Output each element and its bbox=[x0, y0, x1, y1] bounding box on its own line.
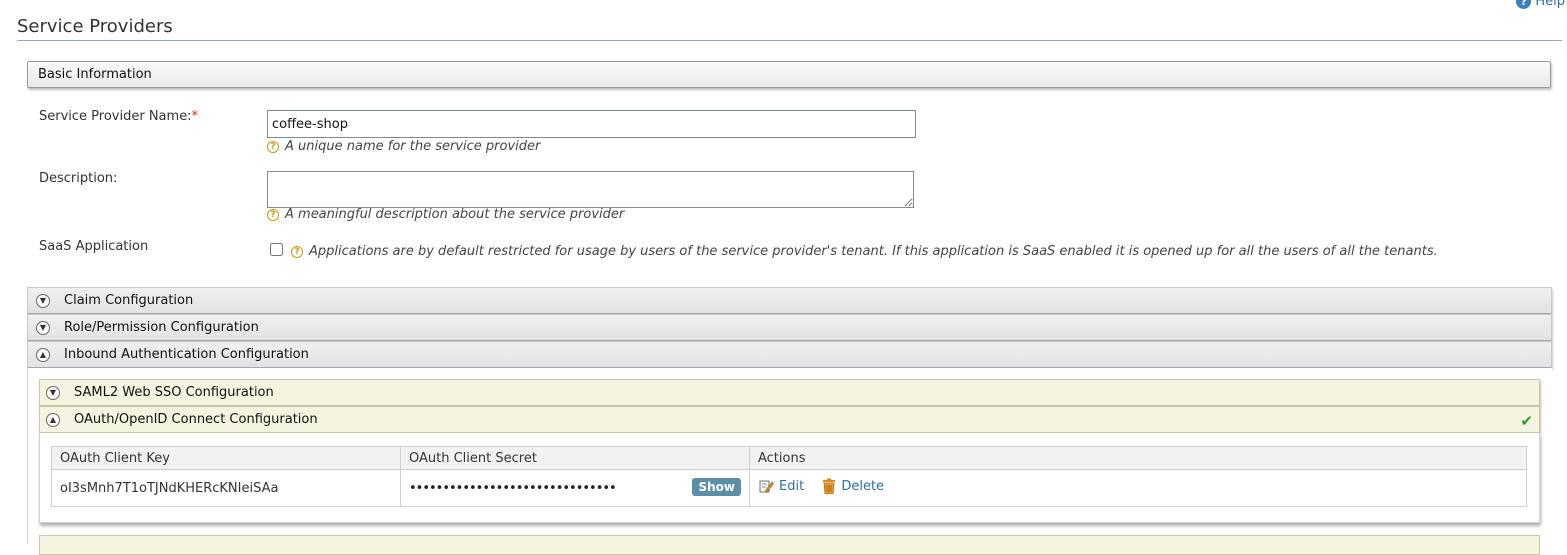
actions-cell: Edit Delete bbox=[749, 469, 1527, 507]
edit-link[interactable]: Edit bbox=[758, 478, 804, 494]
claim-configuration-header[interactable]: ▼ Claim Configuration bbox=[27, 287, 1552, 314]
saml2-web-sso-configuration-header[interactable]: ▼ SAML2 Web SSO Configuration bbox=[39, 379, 1540, 406]
name-hint: ? A unique name for the service provider bbox=[267, 139, 540, 154]
description-hint: ? A meaningful description about the ser… bbox=[267, 207, 624, 222]
oauth-credentials-table: OAuth Client Key OAuth Client Secret Act… bbox=[51, 446, 1527, 507]
oauth-client-secret-cell: ••••••••••••••••••••••••••••••• Show bbox=[400, 469, 750, 507]
required-marker: * bbox=[191, 109, 199, 124]
actions-header: Actions bbox=[749, 446, 1527, 470]
service-provider-name-label: Service Provider Name:* bbox=[39, 109, 199, 124]
saas-hint: ? Applications are by default restricted… bbox=[291, 244, 1438, 259]
question-icon: ? bbox=[267, 208, 279, 221]
chevron-up-icon: ▲ bbox=[46, 412, 60, 427]
page-title: Service Providers bbox=[17, 16, 1562, 41]
edit-icon bbox=[759, 480, 774, 493]
oauth-client-secret-header: OAuth Client Secret bbox=[400, 446, 750, 470]
chevron-down-icon: ▼ bbox=[36, 320, 50, 335]
table-row: oI3sMnh7T1oTJNdKHERcKNIeiSAa •••••••••••… bbox=[51, 469, 1527, 507]
question-icon: ? bbox=[267, 140, 279, 153]
table-header-row: OAuth Client Key OAuth Client Secret Act… bbox=[51, 446, 1527, 470]
service-provider-name-input[interactable] bbox=[267, 110, 916, 138]
inbound-authentication-configuration-header[interactable]: ▲ Inbound Authentication Configuration bbox=[27, 341, 1552, 368]
question-icon: ? bbox=[291, 245, 303, 258]
chevron-up-icon: ▲ bbox=[36, 347, 50, 362]
basic-information-header[interactable]: Basic Information bbox=[27, 61, 1551, 88]
delete-link[interactable]: Delete bbox=[822, 478, 884, 494]
role-permission-configuration-header[interactable]: ▼ Role/Permission Configuration bbox=[27, 314, 1552, 341]
oauth-openid-connect-configuration-header[interactable]: ▲ OAuth/OpenID Connect Configuration ✔ bbox=[39, 406, 1540, 433]
next-configuration-header[interactable] bbox=[39, 535, 1540, 555]
help-label: Help bbox=[1535, 0, 1565, 9]
help-icon: ? bbox=[1516, 0, 1532, 9]
saas-application-checkbox[interactable] bbox=[270, 243, 283, 256]
help-link[interactable]: ? Help bbox=[1516, 0, 1565, 9]
oauth-client-secret-masked: ••••••••••••••••••••••••••••••• bbox=[409, 480, 617, 496]
show-secret-button[interactable]: Show bbox=[692, 478, 741, 496]
description-label: Description: bbox=[39, 171, 118, 186]
chevron-down-icon: ▼ bbox=[46, 385, 60, 400]
oauth-client-key-header: OAuth Client Key bbox=[51, 446, 401, 470]
oauth-client-key-value: oI3sMnh7T1oTJNdKHERcKNIeiSAa bbox=[51, 469, 401, 507]
description-textarea[interactable] bbox=[267, 171, 914, 208]
saas-application-label: SaaS Application bbox=[39, 239, 149, 254]
chevron-down-icon: ▼ bbox=[36, 293, 50, 308]
checkmark-icon: ✔ bbox=[1520, 412, 1533, 430]
trash-icon bbox=[823, 478, 836, 494]
